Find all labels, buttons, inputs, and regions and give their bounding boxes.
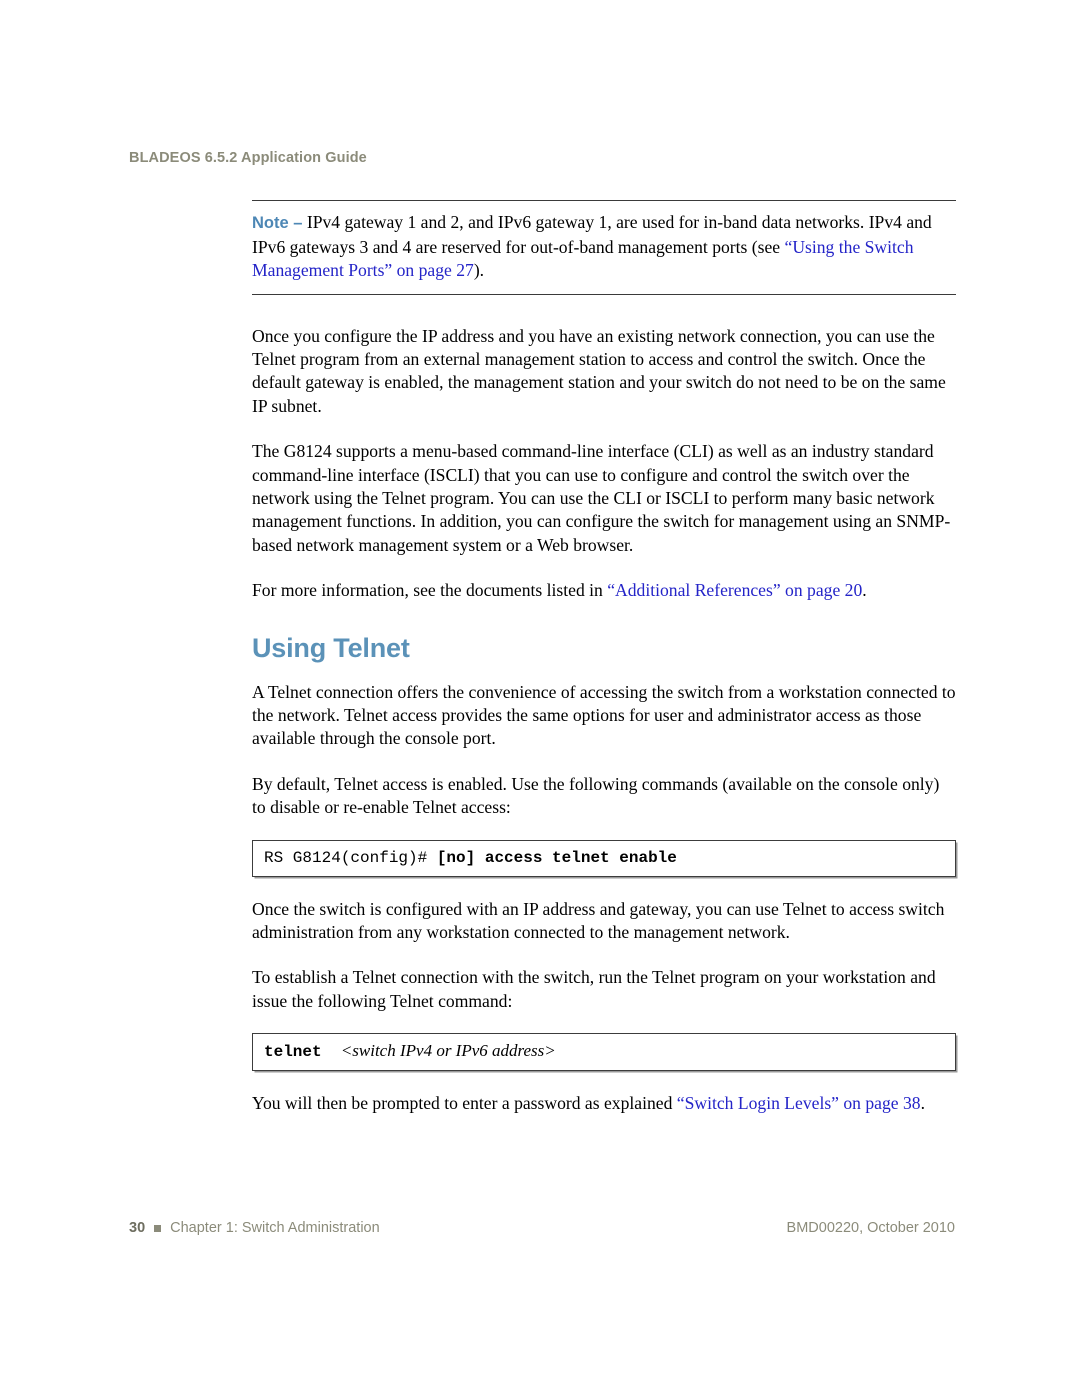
password-text-after-link: . — [920, 1093, 925, 1114]
square-bullet-icon — [154, 1224, 162, 1232]
note-label: Note – — [252, 214, 303, 232]
code-block-telnet-command: telnet <switch IPv4 or IPv6 address> — [252, 1033, 956, 1072]
telnet-command-keyword: telnet — [264, 1043, 322, 1062]
paragraph-ip-telnet-intro: Once you configure the IP address and yo… — [252, 325, 946, 416]
paragraph-telnet-enabled-default: By default, Telnet access is enabled. Us… — [252, 773, 940, 818]
footer-left-group: 30 Chapter 1: Switch Administration — [129, 1220, 380, 1236]
note-body: Note – IPv4 gateway 1 and 2, and IPv6 ga… — [252, 211, 956, 283]
page-footer: 30 Chapter 1: Switch Administration BMD0… — [129, 1218, 955, 1238]
more-info-text-after-link: . — [862, 580, 867, 601]
footer-document-id: BMD00220, October 2010 — [786, 1220, 955, 1236]
paragraph-telnet-convenience: A Telnet connection offers the convenien… — [252, 681, 956, 749]
paragraph-more-information: For more information, see the documents … — [252, 579, 956, 602]
additional-references-link[interactable]: “Additional References” on page 20 — [607, 580, 862, 600]
footer-chapter-label: Chapter 1: Switch Administration — [170, 1220, 380, 1236]
telnet-command-argument: <switch IPv4 or IPv6 address> — [340, 1041, 556, 1061]
paragraph-password-prompt: You will then be prompted to enter a pas… — [252, 1092, 956, 1115]
cli-prompt: RS G8124(config)# — [264, 848, 437, 867]
paragraph-g8124-cli-iscli: The G8124 supports a menu-based command-… — [252, 441, 951, 555]
cli-command: [no] access telnet enable — [436, 848, 677, 867]
password-text-before-link: You will then be prompted to enter a pas… — [252, 1093, 677, 1114]
code-block-telnet-enable: RS G8124(config)# [no] access telnet ena… — [252, 839, 956, 877]
page-content: Note – IPv4 gateway 1 and 2, and IPv6 ga… — [252, 200, 956, 1116]
document-page: BLADEOS 6.5.2 Application Guide Note – I… — [0, 0, 1080, 1397]
more-info-text-before-link: For more information, see the documents … — [252, 580, 608, 601]
section-heading-using-telnet: Using Telnet — [252, 632, 410, 663]
paragraph-establish-telnet-connection: To establish a Telnet connection with th… — [252, 967, 936, 1011]
note-text-after-link: ). — [473, 260, 485, 280]
paragraph-telnet-access-switch-admin: Once the switch is configured with an IP… — [252, 898, 945, 942]
note-admonition: Note – IPv4 gateway 1 and 2, and IPv6 ga… — [252, 200, 956, 295]
footer-page-number: 30 — [129, 1220, 146, 1236]
running-header-title: BLADEOS 6.5.2 Application Guide — [129, 150, 367, 166]
switch-login-levels-link[interactable]: “Switch Login Levels” on page 38 — [677, 1093, 921, 1113]
